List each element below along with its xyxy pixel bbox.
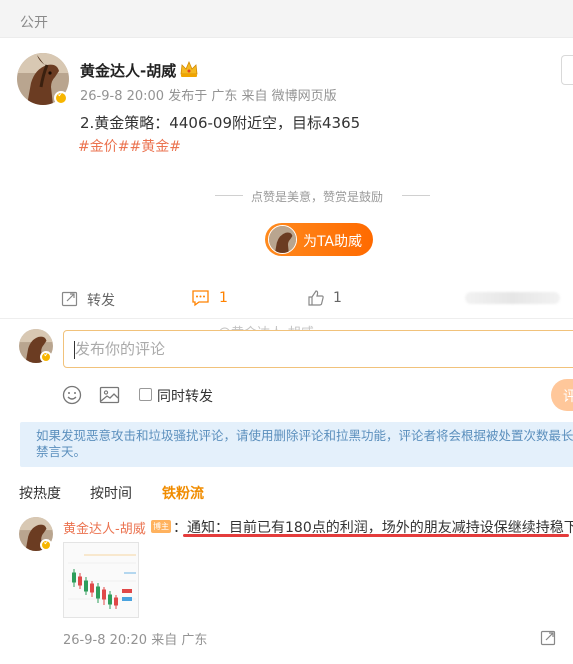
- follow-button[interactable]: [561, 55, 573, 85]
- visibility-label: 公开: [20, 15, 48, 31]
- divider: [402, 195, 430, 196]
- emoji-icon[interactable]: [62, 385, 82, 405]
- comment-author-name[interactable]: 黄金达人-胡威: [63, 518, 146, 537]
- sort-tab-time[interactable]: 按时间: [90, 483, 132, 503]
- reward-button[interactable]: 为TA助威: [265, 223, 373, 256]
- moderation-notice: 如果发现恶意攻击和垃圾骚扰评论，请使用删除评论和拉黑功能，评论者将会根据被处置次…: [20, 422, 573, 467]
- also-repost-label: 同时转发: [157, 389, 213, 405]
- crown-icon: [180, 60, 198, 77]
- verified-badge-icon: [54, 90, 68, 105]
- post-topic-tags[interactable]: #金价##黄金#: [78, 136, 181, 156]
- text-caret: [74, 341, 75, 359]
- reward-avatar: [268, 225, 297, 254]
- verified-badge-icon: [40, 350, 52, 363]
- post-meta: 26-9-8 20:00 发布于 广东 来自 微博网页版: [80, 89, 337, 104]
- divider: [215, 195, 243, 196]
- praise-hint: 点赞是美意，赞赏是鼓励: [215, 188, 430, 204]
- divider: [0, 318, 573, 319]
- sort-tab-fans[interactable]: 铁粉流: [162, 483, 204, 503]
- moderation-notice-text: 如果发现恶意攻击和垃圾骚扰评论，请使用删除评论和拉黑功能，评论者将会根据被处置次…: [36, 428, 573, 459]
- repost-icon: [61, 291, 78, 307]
- blogger-badge: 博主: [151, 520, 171, 533]
- share-icon[interactable]: [540, 629, 557, 646]
- sort-tab-hot[interactable]: 按热度: [19, 483, 61, 503]
- comment-input-box[interactable]: [63, 330, 573, 368]
- thumbs-up-icon: [308, 290, 324, 306]
- comment-meta: 26-9-8 20:20 来自 广东: [63, 633, 208, 648]
- image-upload-icon[interactable]: [99, 385, 120, 405]
- visibility-bar: 公开: [0, 0, 573, 38]
- like-count: 1: [333, 290, 342, 306]
- reward-label: 为TA助威: [303, 234, 363, 250]
- post-text: 2.黄金策略：4406-09附近空，目标4365: [80, 114, 361, 132]
- comment-input[interactable]: [64, 331, 573, 367]
- send-comment-label: 评: [563, 389, 573, 405]
- red-underline-annotation: [183, 534, 569, 537]
- send-comment-button[interactable]: 评: [551, 379, 573, 411]
- blurred-element: [465, 292, 560, 304]
- comment-count: 1: [219, 290, 228, 306]
- comment-icon: [192, 290, 209, 307]
- verified-badge-icon: [40, 538, 52, 551]
- post-author-name[interactable]: 黄金达人-胡威: [80, 60, 176, 81]
- candlestick-chart-thumbnail: [64, 543, 138, 617]
- comment-image-thumbnail[interactable]: [63, 542, 139, 618]
- praise-hint-text: 点赞是美意，赞赏是鼓励: [251, 190, 384, 204]
- repost-label: 转发: [87, 293, 115, 309]
- also-repost-checkbox[interactable]: [139, 388, 152, 401]
